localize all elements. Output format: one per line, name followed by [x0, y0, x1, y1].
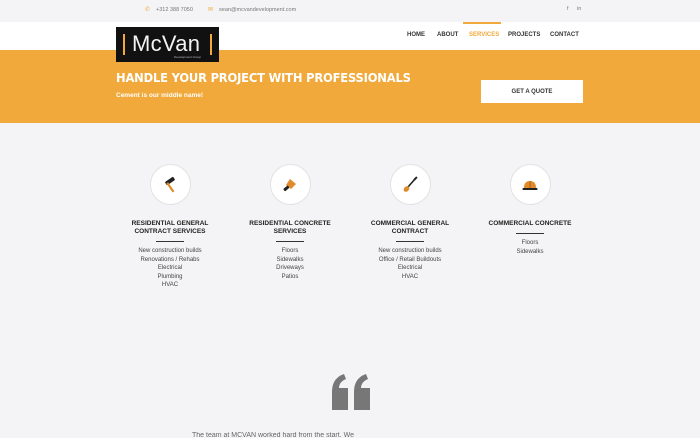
logo-bar-left: [123, 34, 125, 55]
service-list: Floors Sidewalks Driveways Patios: [235, 247, 345, 281]
email-address: sean@mcvandevelopment.com: [219, 6, 297, 13]
service-list-item: Office / Retail Buildouts: [378, 256, 442, 263]
banner-headline: HANDLE YOUR PROJECT WITH PROFESSIONALS: [116, 70, 411, 85]
service-list-item: Sidewalks: [276, 256, 304, 263]
service-card: COMMERCIAL GENERAL CONTRACT New construc…: [355, 164, 465, 281]
service-divider: [156, 241, 184, 242]
hero-banner: HANDLE YOUR PROJECT WITH PROFESSIONALS C…: [0, 50, 700, 123]
hammer-icon: [165, 176, 175, 192]
service-title: RESIDENTIAL CONCRETE SERVICES: [249, 220, 331, 235]
quote-mark-icon: [332, 374, 370, 410]
envelope-icon: ✉: [208, 7, 214, 13]
logo-bar-right: [210, 34, 212, 55]
service-card: RESIDENTIAL CONCRETE SERVICES Floors Sid…: [235, 164, 345, 281]
phone-number: +312 388 7050: [156, 6, 193, 13]
banner-subline: Cement is our middle name!: [116, 92, 204, 99]
logo-wordmark: McVan: [132, 31, 201, 56]
service-list-item: Electrical: [157, 265, 183, 272]
linkedin-icon[interactable]: in: [577, 6, 581, 12]
nav-contact[interactable]: CONTACT: [550, 32, 579, 38]
service-list: New construction builds Office / Retail …: [355, 247, 465, 281]
nav-about[interactable]: ABOUT: [437, 32, 458, 38]
service-divider: [516, 233, 544, 234]
main-navbar: [0, 22, 700, 50]
nav-home[interactable]: HOME: [407, 32, 425, 38]
service-list-item: New construction builds: [378, 248, 442, 254]
shovel-icon: [403, 175, 418, 192]
service-list-item: New construction builds: [138, 248, 202, 254]
top-contact-bar: ✆ +312 388 7050 ✉ sean@mcvandevelopment.…: [0, 0, 700, 22]
service-list-item: Sidewalks: [516, 248, 544, 255]
service-card: COMMERCIAL CONCRETE Floors Sidewalks: [475, 164, 585, 256]
service-divider: [396, 241, 424, 242]
service-list-item: Floors: [281, 248, 299, 254]
service-title: RESIDENTIAL GENERAL CONTRACT SERVICES: [131, 220, 209, 235]
nav-projects[interactable]: PROJECTS: [508, 32, 540, 38]
service-title: COMMERCIAL GENERAL CONTRACT: [370, 220, 450, 235]
service-card: RESIDENTIAL GENERAL CONTRACT SERVICES Ne…: [115, 164, 225, 290]
service-list-item: Floors: [521, 240, 539, 246]
site-logo[interactable]: McVan Development Group: [116, 27, 219, 62]
logo-tagline: Development Group: [174, 55, 201, 59]
active-nav-indicator: [463, 22, 501, 24]
service-list-item: Plumbing: [157, 273, 183, 280]
service-icon-circle: [509, 164, 551, 205]
phone-contact[interactable]: ✆ +312 388 7050: [145, 6, 193, 14]
service-list: New construction builds Renovations / Re…: [115, 247, 225, 290]
service-list-item: Patios: [281, 273, 299, 280]
service-divider: [276, 241, 304, 242]
service-list-item: HVAC: [401, 273, 419, 280]
nav-services[interactable]: SERVICES: [469, 32, 499, 38]
service-icon-circle: [389, 164, 431, 205]
service-list-item: Driveways: [276, 265, 304, 272]
trowel-icon: [283, 178, 296, 191]
testimonial-text: The team at MCVAN worked hard from the s…: [192, 432, 354, 438]
phone-icon: ✆: [145, 7, 151, 13]
email-contact[interactable]: ✉ sean@mcvandevelopment.com: [208, 6, 297, 14]
service-list-item: Electrical: [397, 265, 423, 272]
get-a-quote-button[interactable]: GET A QUOTE: [481, 80, 583, 103]
service-list-item: HVAC: [161, 282, 179, 289]
service-title: COMMERCIAL CONCRETE: [488, 220, 572, 227]
service-list-item: Renovations / Rehabs: [140, 256, 200, 263]
service-list: Floors Sidewalks: [475, 239, 585, 256]
service-icon-circle: [149, 164, 191, 205]
facebook-icon[interactable]: f: [567, 6, 569, 12]
service-icon-circle: [269, 164, 311, 205]
hard-hat-icon: [522, 180, 538, 190]
